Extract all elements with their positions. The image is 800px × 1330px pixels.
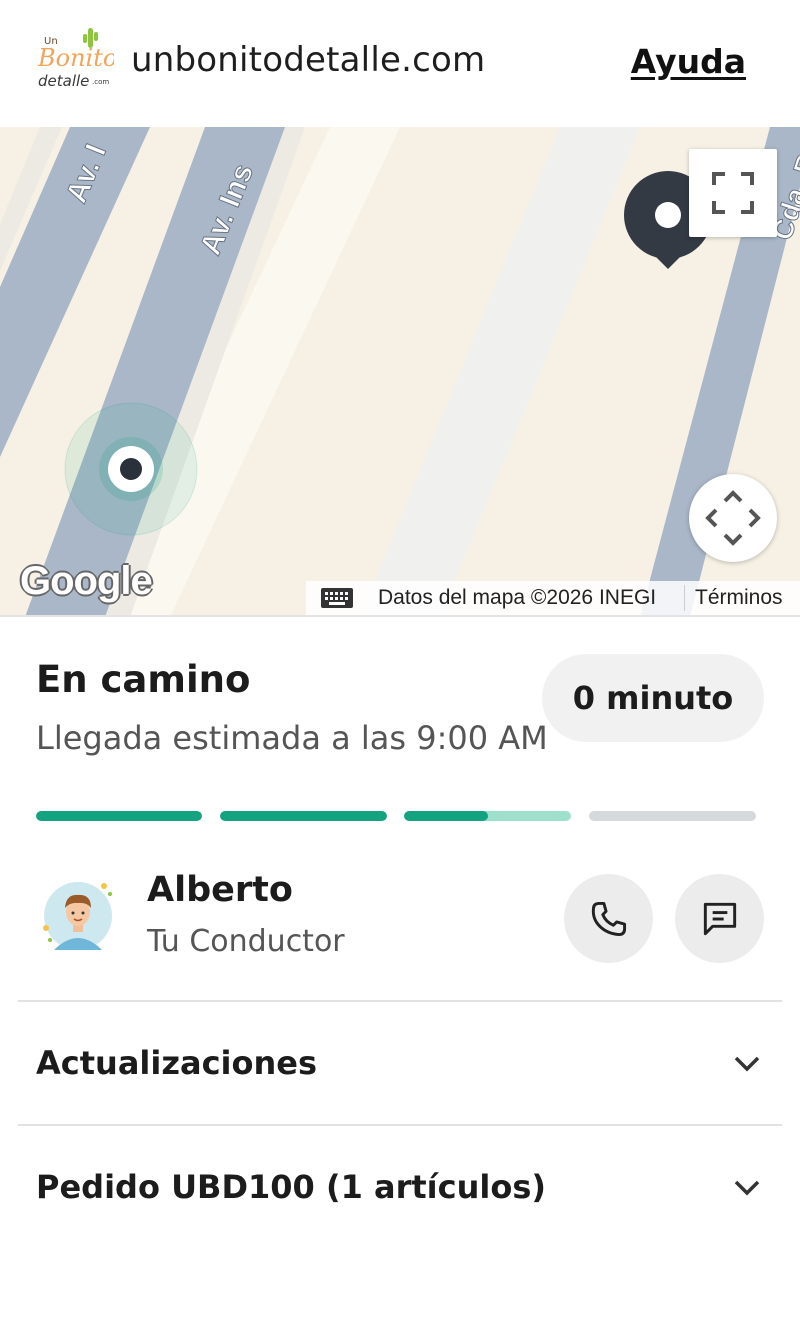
estimated-arrival: Llegada estimada a las 9:00 AM [36,719,548,757]
google-logo: Google [20,559,153,603]
chevron-down-icon [734,1056,760,1072]
svg-text:Bonito: Bonito [37,44,114,72]
updates-accordion[interactable]: Actualizaciones [0,1002,800,1122]
driver-role: Tu Conductor [147,924,345,959]
svg-text:.com: .com [92,78,109,86]
map-canvas: Av. I Av. Ins Cda. R [0,127,800,615]
driver-avatar [43,882,112,950]
fullscreen-icon [712,172,754,214]
tracking-map[interactable]: Av. I Av. Ins Cda. R Google Datos del ma… [0,127,800,617]
driver-location-icon [64,402,198,536]
recenter-button[interactable] [689,474,777,562]
progress-segment [589,811,756,821]
delivery-progress-bar [36,811,756,821]
brand-logo[interactable]: Un Bonito detalle .com [36,26,114,92]
delivery-status-title: En camino [36,658,251,701]
site-name[interactable]: unbonitodetalle.com [131,40,485,80]
attribution-divider [684,585,685,611]
help-link[interactable]: Ayuda [631,42,746,81]
recenter-icon [705,490,761,546]
message-driver-button[interactable] [675,874,764,963]
driver-name: Alberto [147,870,293,910]
terms-link[interactable]: Términos [695,586,783,610]
message-icon [703,902,736,935]
progress-segment [36,811,202,821]
header: Un Bonito detalle .com unbonitodetalle.c… [0,0,800,126]
svg-text:detalle: detalle [38,72,89,90]
fullscreen-button[interactable] [689,149,777,237]
phone-icon [591,901,626,936]
map-data-attribution: Datos del mapa ©2026 INEGI [378,586,657,609]
progress-segment [220,811,387,821]
order-accordion[interactable]: Pedido UBD100 (1 artículos) [0,1126,800,1246]
accordion-label: Pedido UBD100 (1 artículos) [36,1168,546,1206]
keyboard-icon[interactable] [320,587,354,609]
accordion-label: Actualizaciones [36,1044,318,1082]
call-driver-button[interactable] [564,874,653,963]
progress-segment [404,811,571,821]
map-attribution-bar: Datos del mapa ©2026 INEGI Términos [306,581,800,615]
chevron-down-icon [734,1180,760,1196]
minutes-remaining-badge: 0 minuto [542,654,764,742]
